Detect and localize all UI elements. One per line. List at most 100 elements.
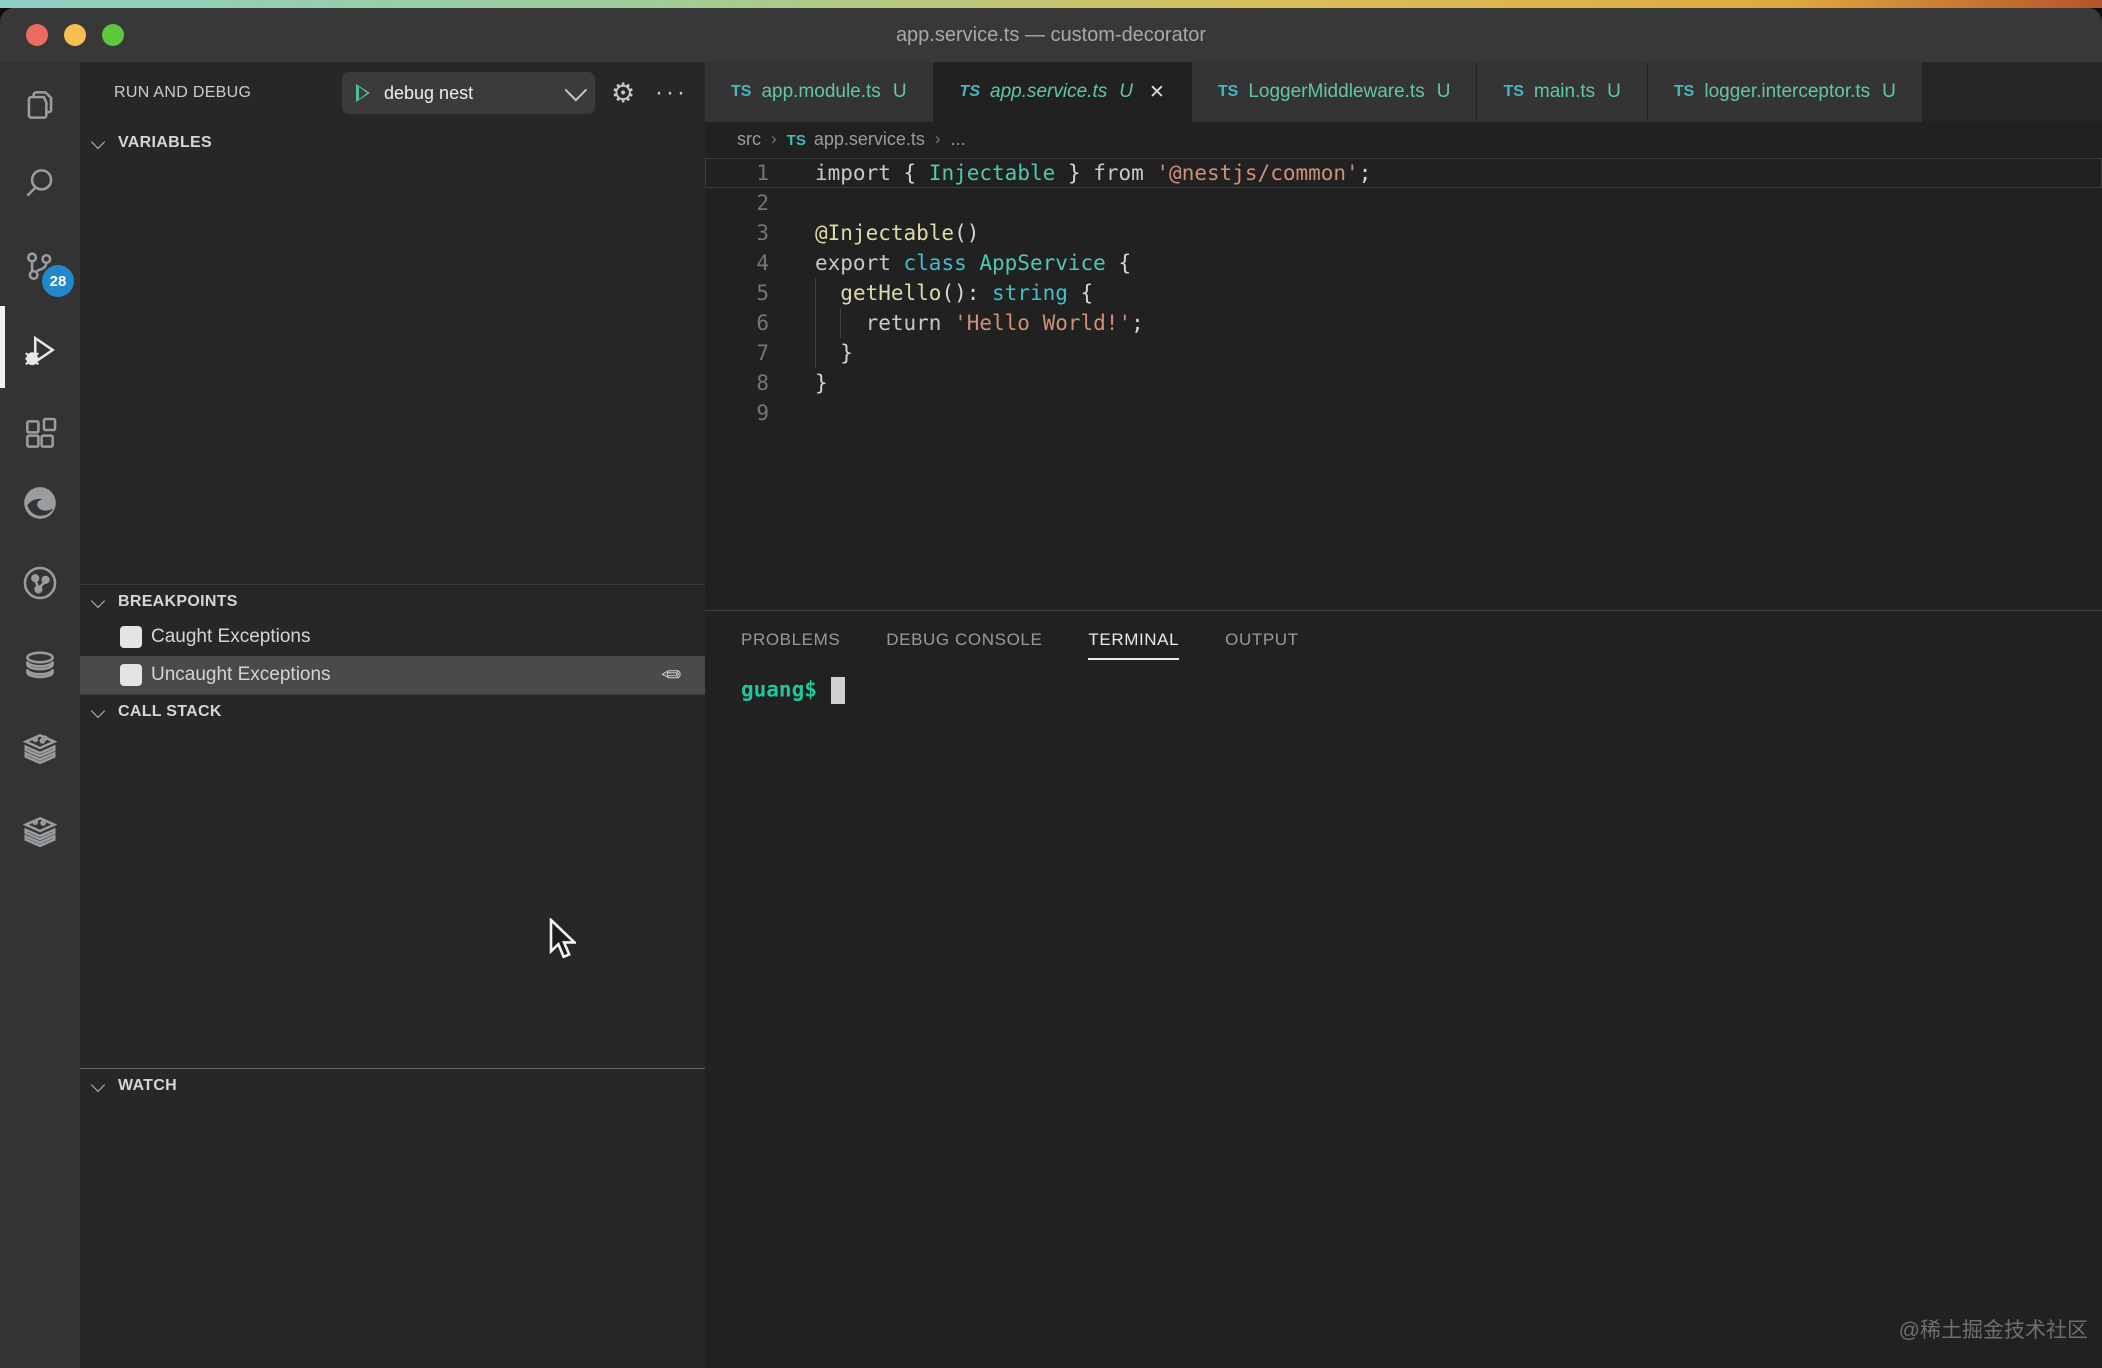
bottom-panel: PROBLEMS DEBUG CONSOLE TERMINAL OUTPUT guan…	[705, 610, 2102, 1368]
code-token: {	[1106, 251, 1131, 275]
code-token: export	[815, 251, 904, 275]
layers-stack-icon-1[interactable]	[0, 722, 80, 774]
git-status-badge: U	[1119, 81, 1133, 103]
indent-guide	[840, 308, 841, 338]
editor-tab[interactable]: TSLoggerMiddleware.tsU	[1192, 62, 1478, 122]
git-status-badge: U	[1882, 81, 1896, 103]
breakpoint-row[interactable]: Uncaught Exceptions✏	[80, 656, 705, 694]
code-token: from	[1093, 161, 1156, 185]
panel-tab-debug-console[interactable]: DEBUG CONSOLE	[886, 611, 1042, 669]
line-number: 1	[705, 158, 769, 188]
terminal-cursor	[831, 677, 845, 704]
breakpoints-section-header[interactable]: BREAKPOINTS	[80, 584, 705, 618]
code-token: '@nestjs/common'	[1156, 161, 1358, 185]
code-editor[interactable]: 1 import { Injectable } from '@nestjs/com…	[705, 156, 2102, 610]
terminal[interactable]: guang$	[705, 669, 2102, 704]
edit-breakpoint-icon[interactable]: ✏	[661, 661, 681, 690]
run-and-debug-icon[interactable]	[0, 324, 80, 376]
ts-file-icon: TS	[731, 83, 751, 101]
code-token: ()	[954, 221, 979, 245]
code-line: 9	[705, 398, 2102, 428]
watermark: @稀土掘金技术社区	[1899, 1314, 2088, 1344]
call-stack-section-header[interactable]: CALL STACK	[80, 694, 705, 728]
watch-section-header[interactable]: WATCH	[80, 1068, 705, 1102]
source-control-icon[interactable]: 28	[0, 241, 80, 293]
breakpoint-label: Caught Exceptions	[151, 626, 311, 648]
start-debug-icon[interactable]	[356, 84, 370, 102]
code-token: return	[866, 311, 955, 335]
editor-tab[interactable]: TS logger.interceptor.ts U	[1648, 62, 1923, 122]
editor-tab[interactable]: TSapp.module.tsU	[705, 62, 934, 122]
code-line: 4export class AppService {	[705, 248, 2102, 278]
breadcrumb-label: app.service.ts	[814, 129, 925, 149]
mouse-cursor	[548, 918, 576, 967]
extensions-icon[interactable]	[0, 408, 80, 460]
code-token: }	[815, 371, 828, 395]
launch-config-dropdown[interactable]: debug nest	[342, 72, 595, 114]
indent-guide	[815, 278, 816, 308]
panel-tab-bar: PROBLEMS DEBUG CONSOLE TERMINAL OUTPUT	[705, 611, 2102, 669]
line-number: 2	[705, 188, 769, 218]
git-graph-icon[interactable]	[0, 557, 80, 609]
code-token: ():	[941, 281, 992, 305]
panel-tab-problems[interactable]: PROBLEMS	[741, 611, 840, 669]
line-content: getHello(): string {	[815, 278, 1093, 308]
code-token: 'Hello World!'	[954, 311, 1131, 335]
panel-tab-terminal[interactable]: TERMINAL	[1088, 611, 1179, 669]
editor-tab[interactable]: TSmain.tsU	[1477, 62, 1647, 122]
code-token: @Injectable	[815, 221, 954, 245]
chevron-down-icon	[92, 595, 106, 609]
explorer-icon[interactable]	[0, 79, 80, 131]
breadcrumb-label: ...	[951, 129, 966, 149]
indent-guide	[815, 338, 816, 368]
edge-browser-icon[interactable]	[0, 477, 80, 529]
ts-file-icon: TS	[1503, 83, 1523, 101]
line-content: @Injectable()	[815, 218, 979, 248]
code-token: {	[1068, 281, 1093, 305]
git-status-badge: U	[1607, 81, 1621, 103]
chevron-down-icon	[92, 136, 106, 150]
chevron-down-icon	[92, 705, 106, 719]
gif-border-stripe	[0, 0, 2102, 8]
code-token: }	[1055, 161, 1093, 185]
line-content: import { Injectable } from '@nestjs/comm…	[815, 158, 1371, 188]
debug-settings-gear-icon[interactable]: ⚙	[611, 74, 635, 112]
breakpoint-checkbox[interactable]	[120, 626, 142, 648]
close-tab-icon[interactable]: ✕	[1149, 81, 1165, 104]
code-token: getHello	[840, 281, 941, 305]
code-line: 7 }	[705, 338, 2102, 368]
database-icon[interactable]	[0, 641, 80, 693]
search-icon[interactable]	[0, 157, 80, 209]
line-number: 5	[705, 278, 769, 308]
code-line: 2	[705, 188, 2102, 218]
variables-section-header[interactable]: VARIABLES	[80, 126, 705, 160]
breadcrumb-separator-icon: ›	[935, 129, 941, 149]
line-content: export class AppService {	[815, 248, 1131, 278]
code-token: }	[815, 341, 853, 365]
code-line: 3@Injectable()	[705, 218, 2102, 248]
breadcrumb-segment[interactable]: ...	[951, 129, 966, 150]
breadcrumb-segment[interactable]: TS app.service.ts	[787, 129, 925, 150]
code-token: {	[904, 161, 929, 185]
code-token: Injectable	[929, 161, 1055, 185]
tab-label: logger.interceptor.ts	[1704, 81, 1870, 103]
chevron-down-icon	[92, 1079, 106, 1093]
indent-guide	[815, 308, 816, 338]
breakpoint-row[interactable]: Caught Exceptions	[80, 618, 705, 656]
launch-config-label: debug nest	[384, 83, 565, 104]
breadcrumb-segment[interactable]: src	[737, 129, 761, 150]
ts-file-icon: TS	[787, 132, 806, 149]
line-content: }	[815, 368, 828, 398]
chevron-down-icon	[565, 79, 588, 102]
code-line: 1 import { Injectable } from '@nestjs/com…	[705, 158, 2102, 188]
panel-tab-output[interactable]: OUTPUT	[1225, 611, 1298, 669]
layers-stack-icon-2[interactable]	[0, 805, 80, 857]
code-line: 5 getHello(): string {	[705, 278, 2102, 308]
editor-tab[interactable]: TSapp.service.tsU✕	[934, 62, 1192, 122]
more-actions-icon[interactable]: ···	[655, 72, 688, 114]
breakpoint-checkbox[interactable]	[120, 664, 142, 686]
line-number: 7	[705, 338, 769, 368]
source-control-badge: 28	[42, 265, 74, 297]
code-token: ;	[1131, 311, 1144, 335]
ts-file-icon: TS	[1674, 83, 1694, 101]
